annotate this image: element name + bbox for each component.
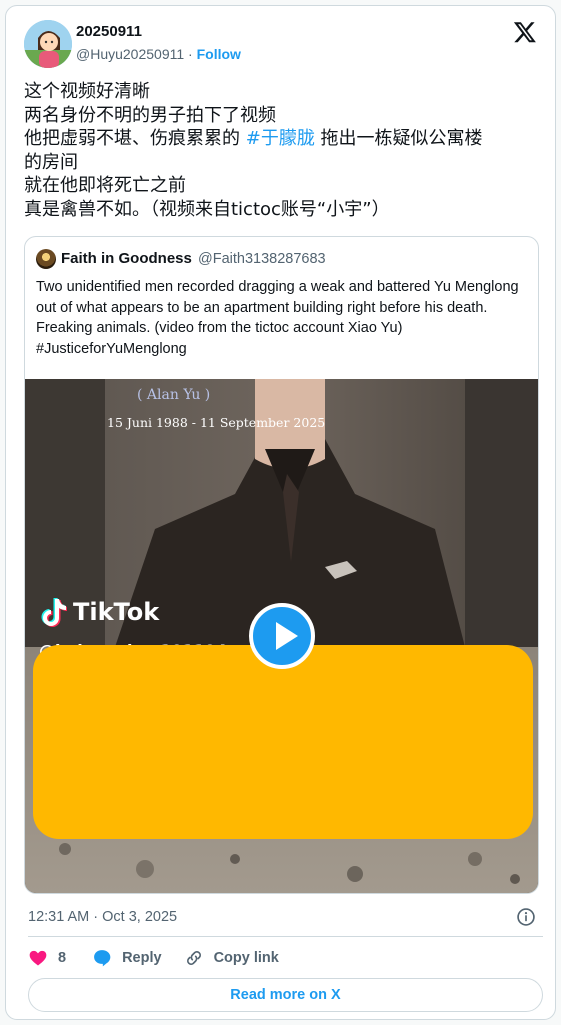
tweet-line: 两名身份不明的男子拍下了视频 bbox=[24, 104, 276, 126]
author-meta: @Huyu20250911 · Follow bbox=[76, 46, 241, 62]
embedded-tweet-card: 20250911 @Huyu20250911 · Follow 这个视频好清晰 … bbox=[5, 5, 556, 1020]
redaction-block bbox=[33, 645, 533, 839]
quoted-author: Faith in Goodness @Faith3138287683 bbox=[61, 250, 326, 267]
hashtag-link[interactable]: #于朦胧 bbox=[246, 128, 315, 149]
divider bbox=[28, 936, 543, 937]
tweet-text-segment: 他把虚弱不堪、伤痕累累的 bbox=[24, 128, 246, 150]
quoted-tweet[interactable]: Faith in Goodness @Faith3138287683 Two u… bbox=[24, 236, 539, 894]
tiktok-icon bbox=[41, 598, 67, 627]
tweet-text: 这个视频好清晰 两名身份不明的男子拍下了视频 他把虚弱不堪、伤痕累累的 #于朦胧… bbox=[24, 80, 539, 222]
tweet-line: 的房间 bbox=[24, 151, 78, 173]
tweet-line-with-hashtag: 他把虚弱不堪、伤痕累累的 #于朦胧 拖出一栋疑似公寓楼 bbox=[24, 127, 539, 151]
tweet-actions: 8 Reply Copy link bbox=[28, 948, 279, 968]
author-avatar[interactable] bbox=[24, 20, 72, 68]
tweet-line: 这个视频好清晰 bbox=[24, 81, 150, 102]
play-icon[interactable] bbox=[249, 603, 315, 669]
author-handle[interactable]: @Huyu20250911 bbox=[76, 46, 184, 62]
video-watermark-name: ( Alan Yu ) bbox=[137, 387, 211, 403]
quoted-author-handle[interactable]: @Faith3138287683 bbox=[198, 251, 326, 267]
follow-button[interactable]: Follow bbox=[197, 46, 241, 62]
like-button[interactable]: 8 bbox=[28, 948, 66, 968]
reply-button[interactable]: Reply bbox=[92, 948, 162, 968]
tweet-line: 真是禽兽不如。（视频来自tictoc账号“小宇”） bbox=[24, 198, 390, 220]
quoted-author-avatar[interactable] bbox=[36, 249, 56, 269]
like-count: 8 bbox=[58, 950, 67, 966]
tweet-timestamp[interactable]: 12:31 AM · Oct 3, 2025 bbox=[28, 909, 177, 925]
reply-icon bbox=[94, 950, 111, 967]
heart-icon bbox=[29, 950, 47, 966]
quoted-video[interactable]: ( Alan Yu ) 15 Juni 1988 - 11 September … bbox=[25, 379, 538, 893]
tweet-text-segment: 拖出一栋疑似公寓楼 bbox=[314, 128, 483, 150]
info-icon[interactable] bbox=[516, 907, 536, 927]
tiktok-label: TikTok bbox=[73, 598, 160, 626]
x-logo-icon[interactable] bbox=[513, 20, 537, 44]
author-name[interactable]: 20250911 bbox=[76, 23, 142, 40]
copy-link-button[interactable]: Copy link bbox=[184, 948, 279, 968]
meta-separator: · bbox=[188, 46, 193, 62]
tweet-line: 就在他即将死亡之前 bbox=[24, 175, 186, 197]
link-icon bbox=[186, 951, 201, 965]
quoted-author-name[interactable]: Faith in Goodness bbox=[61, 250, 192, 267]
quoted-tweet-text: Two unidentified men recorded dragging a… bbox=[36, 279, 519, 357]
video-watermark-dates: 15 Juni 1988 - 11 September 2025 bbox=[107, 415, 326, 430]
read-more-button[interactable]: Read more on X bbox=[28, 978, 543, 1012]
tiktok-watermark: TikTok bbox=[41, 597, 159, 627]
reply-label: Reply bbox=[122, 950, 162, 966]
copy-link-label: Copy link bbox=[213, 950, 279, 966]
